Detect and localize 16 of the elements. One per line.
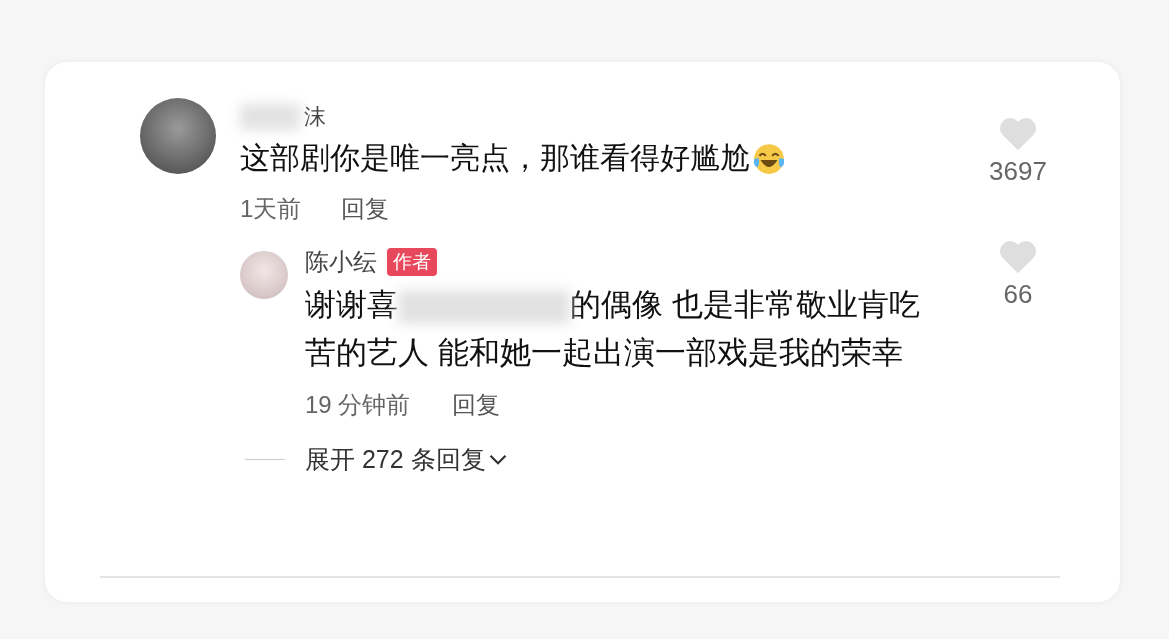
- author-badge: 作者: [387, 248, 437, 276]
- reply-text: 谢谢喜 的偶像 也是非常敬业肯吃苦的艺人 能和她一起出演一部戏是我的荣幸: [305, 286, 921, 372]
- heart-icon[interactable]: [998, 116, 1038, 152]
- expand-replies-button[interactable]: 展开 272 条回复: [305, 443, 508, 476]
- laughing-emoji-icon: [752, 141, 786, 176]
- timestamp: 1天前: [240, 194, 302, 224]
- username[interactable]: 沫: [304, 102, 326, 132]
- comment-text: 这部剧你是唯一亮点，那谁看得好尴尬: [240, 140, 750, 176]
- reply-link[interactable]: 回复: [452, 389, 501, 421]
- heart-icon[interactable]: [998, 239, 1038, 275]
- like-count: 66: [1003, 279, 1033, 310]
- username[interactable]: 陈小纭: [305, 246, 377, 278]
- reply-link[interactable]: 回复: [341, 193, 390, 225]
- like-count: 3697: [989, 156, 1047, 187]
- timestamp: 19 分钟前: [305, 390, 411, 420]
- chevron-down-icon: [487, 453, 508, 466]
